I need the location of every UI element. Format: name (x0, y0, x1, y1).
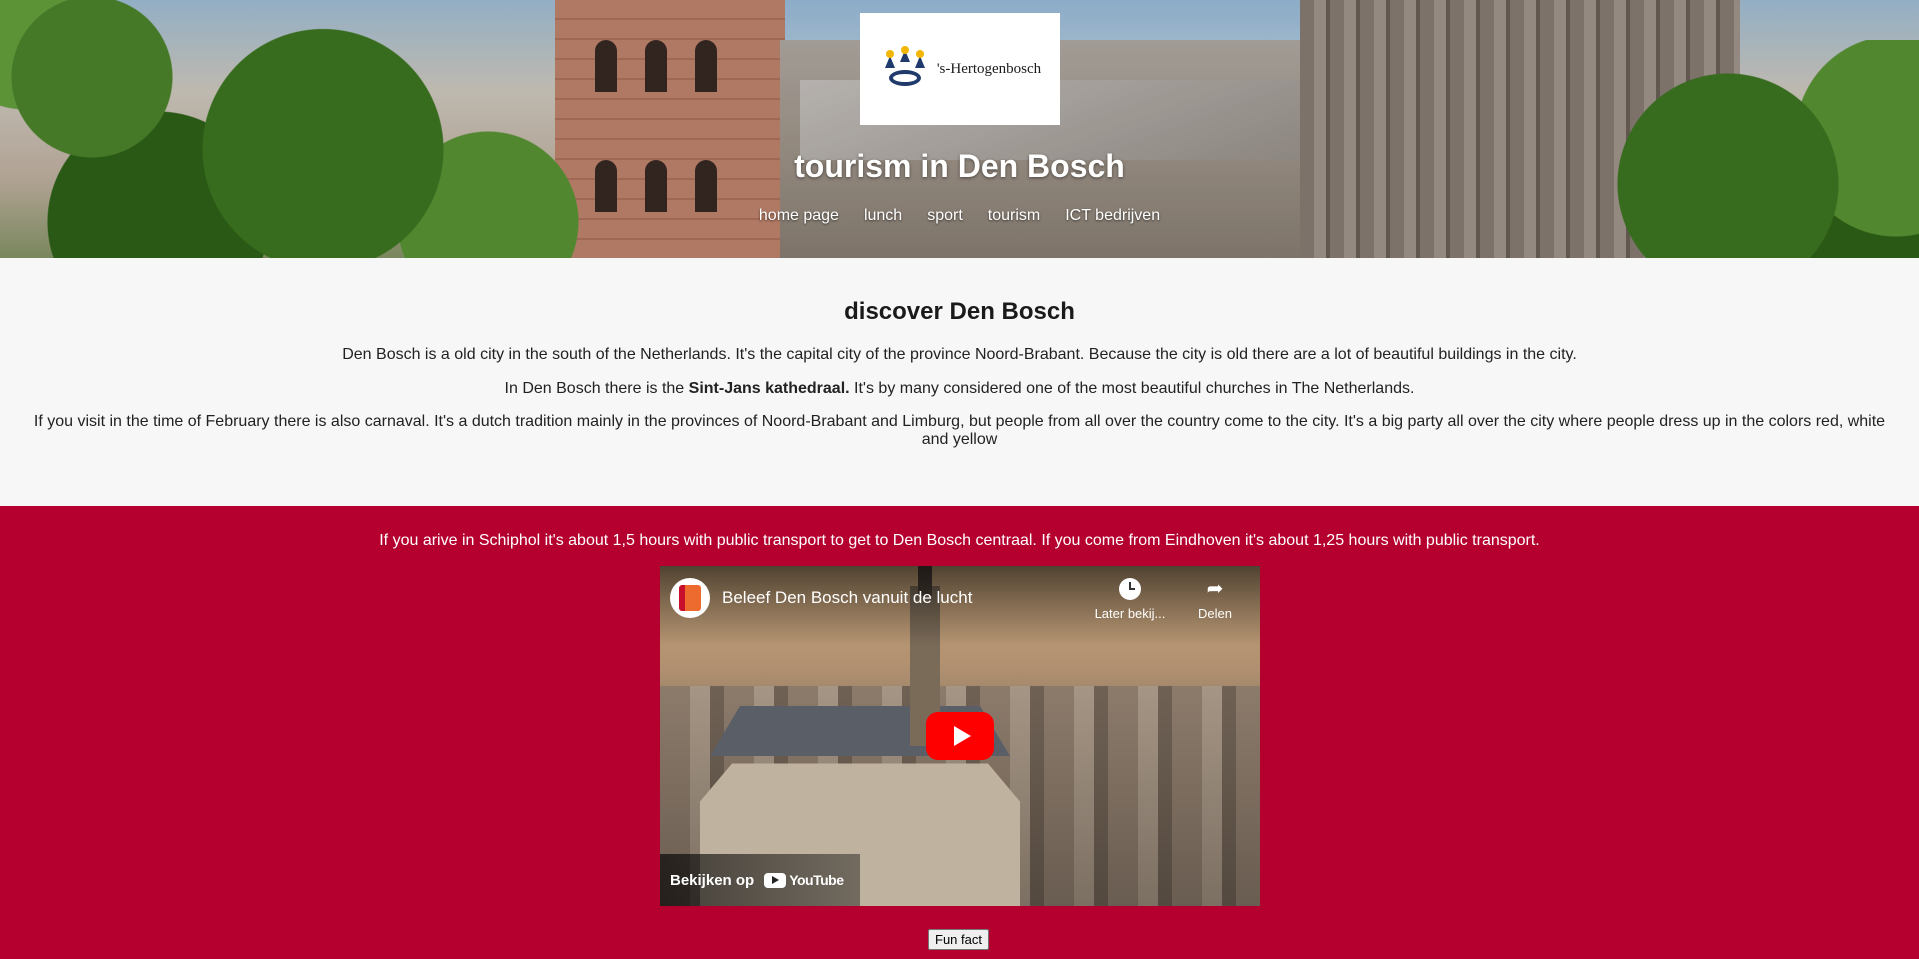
play-button[interactable] (926, 712, 994, 760)
main-nav: home page lunch sport tourism ICT bedrij… (0, 207, 1919, 225)
video-title[interactable]: Beleef Den Bosch vanuit de lucht (722, 588, 972, 608)
nav-lunch[interactable]: lunch (864, 207, 902, 225)
logo-text: 's-Hertogenbosch (936, 60, 1042, 77)
nav-tourism[interactable]: tourism (988, 207, 1040, 225)
nav-sport[interactable]: sport (927, 207, 963, 225)
intro-paragraph-3: If you visit in the time of February the… (33, 413, 1886, 448)
channel-logo-icon (679, 585, 701, 611)
page-title: tourism in Den Bosch (794, 148, 1125, 184)
watch-later-button[interactable]: Later bekij... (1090, 578, 1170, 621)
hero-header: 's-Hertogenbosch tourism in Den Bosch ho… (0, 0, 1919, 258)
cathedral-name: Sint-Jans kathedraal. (688, 380, 850, 397)
nav-ict-bedrijven[interactable]: ICT bedrijven (1065, 207, 1160, 225)
youtube-icon (764, 872, 787, 888)
intro-paragraph-2: In Den Bosch there is the Sint-Jans kath… (504, 380, 1415, 397)
nav-home-page[interactable]: home page (759, 207, 839, 225)
transport-text: If you arive in Schiphol it's about 1,5 … (379, 532, 1540, 549)
channel-avatar[interactable] (670, 578, 710, 618)
site-logo[interactable]: 's-Hertogenbosch (860, 13, 1060, 125)
intro-paragraph-1: Den Bosch is a old city in the south of … (342, 346, 1577, 363)
play-icon (953, 726, 971, 746)
watch-on-youtube-button[interactable]: Bekijken op YouTube (660, 854, 860, 906)
youtube-logo: YouTube (764, 872, 844, 888)
intro-heading: discover Den Bosch (844, 298, 1075, 325)
share-arrow-icon: ➦ (1206, 578, 1224, 600)
transport-section: If you arive in Schiphol it's about 1,5 … (0, 506, 1919, 959)
intro-section: discover Den Bosch Den Bosch is a old ci… (0, 258, 1919, 506)
youtube-video-embed[interactable]: Beleef Den Bosch vanuit de lucht Later b… (660, 566, 1260, 906)
clock-icon (1119, 578, 1141, 600)
fun-fact-button[interactable]: Fun fact (928, 929, 989, 950)
share-button[interactable]: ➦ Delen (1180, 578, 1250, 621)
crown-icon (879, 46, 931, 92)
